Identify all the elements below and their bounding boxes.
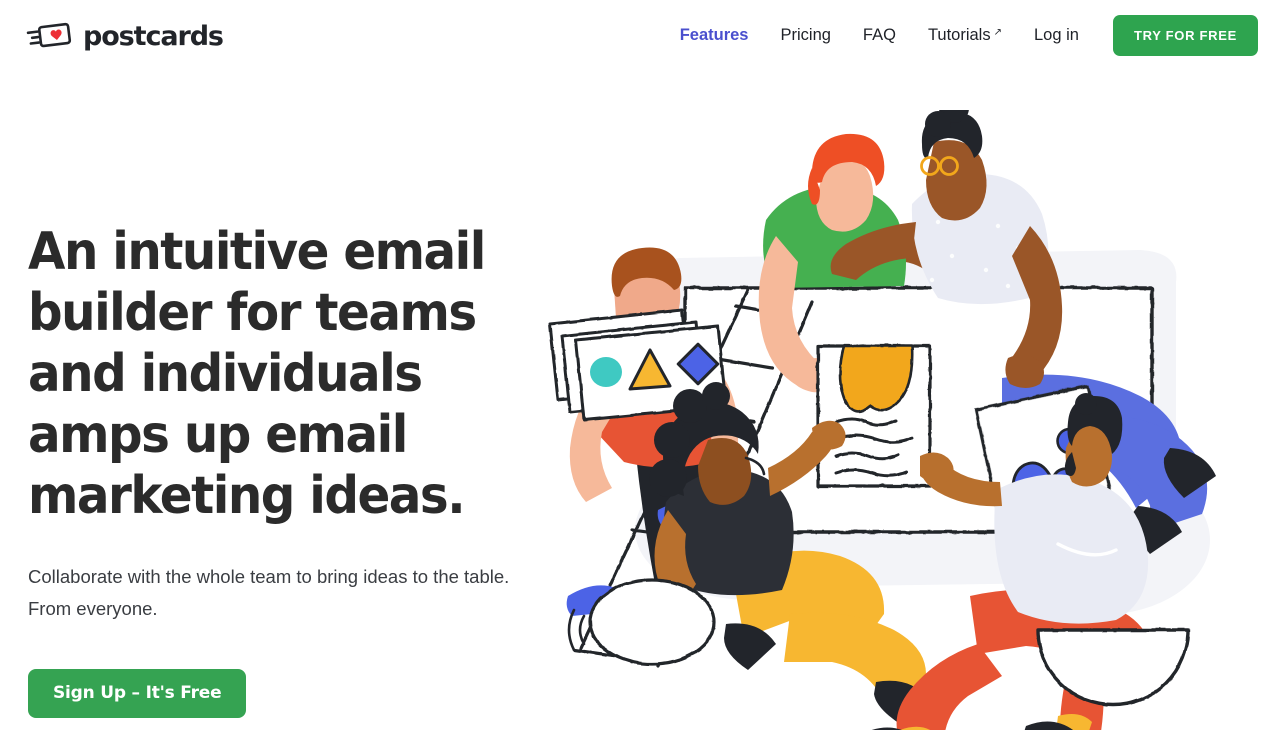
postcard-heart-icon: [26, 19, 76, 51]
nav-item-pricing[interactable]: Pricing: [764, 26, 846, 45]
nav-item-login[interactable]: Log in: [1018, 26, 1095, 45]
landing-page: postcards Features Pricing FAQ Tutorials…: [0, 0, 1280, 745]
site-header: postcards Features Pricing FAQ Tutorials…: [0, 0, 1280, 70]
brand-logo[interactable]: postcards: [26, 19, 224, 52]
nav-item-features[interactable]: Features: [664, 26, 765, 45]
nav-item-tutorials[interactable]: Tutorials ↗: [912, 26, 1018, 45]
page-title: An intuitive email builder for teams and…: [28, 222, 486, 526]
team-collaboration-illustration: [540, 110, 1270, 730]
hero-subtitle: Collaborate with the whole team to bring…: [28, 566, 510, 619]
document-card: [816, 344, 932, 488]
nav-label-pricing: Pricing: [780, 25, 831, 44]
external-link-arrow-icon: ↗: [993, 26, 1002, 38]
half-circle-stool: [1036, 628, 1190, 707]
nav-label-faq: FAQ: [862, 25, 896, 44]
nav-label-features: Features: [679, 25, 749, 44]
nav-label-login: Log in: [1034, 25, 1079, 44]
nav-item-faq[interactable]: FAQ: [847, 26, 912, 45]
main-navigation: Features Pricing FAQ Tutorials ↗ Log in …: [664, 14, 1258, 56]
hero-copy: An intuitive email builder for teams and…: [28, 222, 548, 718]
round-stool: [588, 578, 716, 666]
brand-name: postcards: [83, 20, 224, 52]
teal-circle-shape: [590, 357, 622, 387]
nav-label-tutorials: Tutorials: [927, 25, 991, 44]
sign-up-button[interactable]: Sign Up – It's Free: [28, 669, 247, 718]
try-for-free-button[interactable]: TRY FOR FREE: [1112, 14, 1258, 56]
